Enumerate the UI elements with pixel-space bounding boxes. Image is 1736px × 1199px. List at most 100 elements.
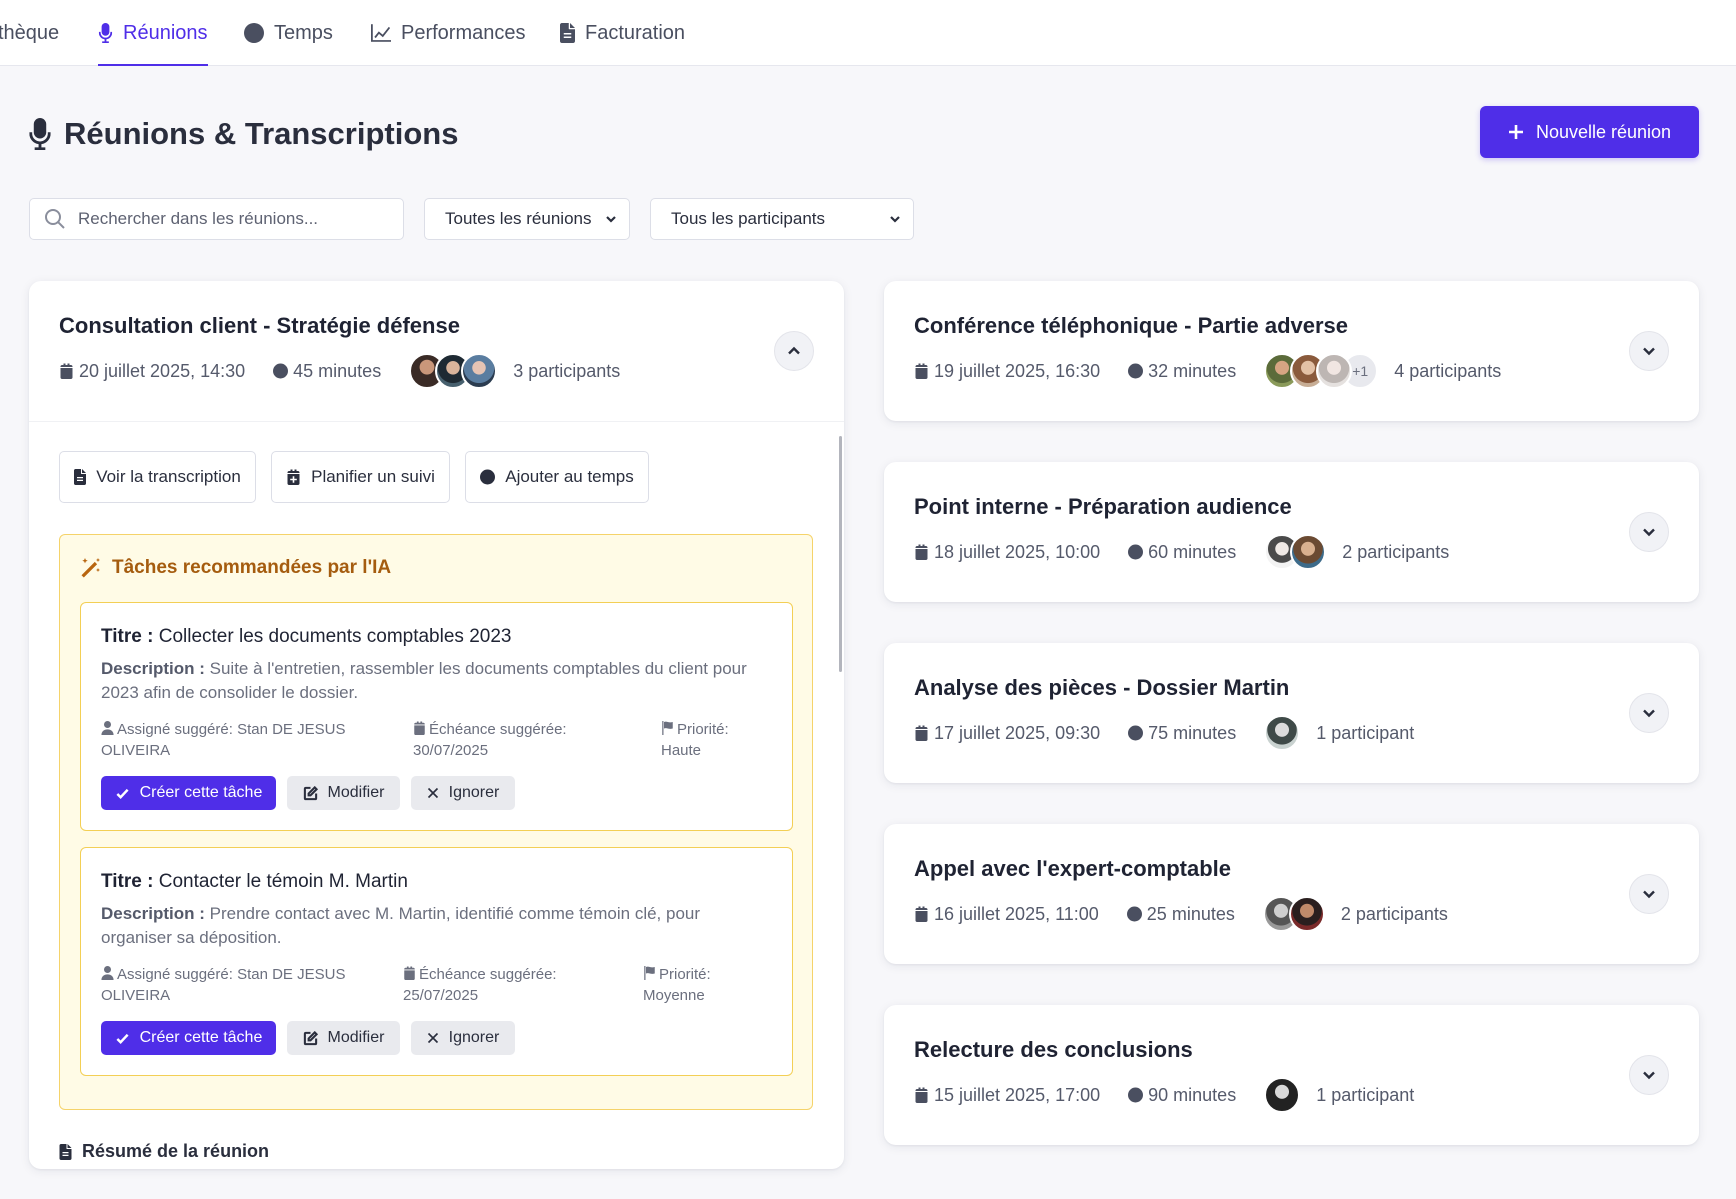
meeting-title: Point interne - Préparation audience [914,494,1292,519]
user-icon [101,966,114,980]
meeting-duration: 75 minutes [1128,723,1236,744]
search-box[interactable] [29,198,404,240]
avatar [1288,896,1325,932]
participant-avatars[interactable] [1262,896,1325,932]
calendar-icon [914,725,929,741]
ignore-task-button[interactable]: Ignorer [411,1021,515,1055]
view-transcript-button[interactable]: Voir la transcription [59,451,256,503]
participants-filter-select[interactable]: Tous les participants [650,198,914,240]
meeting-duration-text: 75 minutes [1148,722,1237,743]
tab-bibliotheque[interactable]: thèque [0,0,59,66]
create-task-button[interactable]: Créer cette tâche [101,1021,276,1055]
edit-icon [303,785,318,800]
ignore-task-label: Ignorer [448,1029,500,1046]
avatar [1264,1077,1301,1113]
magic-wand-icon [80,557,102,579]
meetings-filter-select[interactable]: Toutes les réunions [424,198,630,240]
search-input[interactable] [78,209,378,229]
priority-label: Priorité: [677,721,729,738]
expand-button[interactable] [1629,1055,1669,1095]
tab-reunions[interactable]: Réunions [98,0,208,66]
participants-count: 1 participant [1316,1084,1415,1105]
select-value: Tous les participants [671,209,826,228]
new-meeting-label: Nouvelle réunion [1535,121,1672,142]
meeting-card[interactable]: Conférence téléphonique - Partie adverse… [884,281,1699,421]
close-icon [427,1032,438,1044]
tab-performances[interactable]: Performances [371,0,526,66]
participant-avatars[interactable] [1264,534,1327,570]
tab-label: thèque [0,21,60,44]
create-task-button[interactable]: Créer cette tâche [101,776,276,810]
participant-avatars[interactable] [409,353,498,389]
expand-button[interactable] [1629,331,1669,371]
due-value: 25/07/2025 [403,987,479,1004]
meeting-card[interactable]: Relecture des conclusions 15 juillet 202… [884,1005,1699,1145]
edit-icon [303,1030,318,1045]
edit-task-label: Modifier [327,1029,385,1046]
page-title-text: Réunions & Transcriptions [64,116,459,151]
participants-count: 3 participants [513,360,621,381]
meeting-duration-text: 32 minutes [1148,360,1237,381]
meeting-duration-text: 45 minutes [293,360,382,381]
page-title: Réunions & Transcriptions [28,110,458,158]
clock-icon [244,23,264,43]
collapse-button[interactable] [774,331,814,371]
task-priority: Priorité: Moyenne [643,964,763,1006]
meeting-meta: 17 juillet 2025, 09:30 75 minutes 1 part… [914,713,1414,753]
ignore-task-button[interactable]: Ignorer [411,776,515,810]
meeting-date-text: 17 juillet 2025, 09:30 [934,722,1101,743]
chevron-down-icon [1643,528,1655,537]
meeting-summary-heading[interactable]: Résumé de la réunion [59,1141,269,1162]
meeting-meta: 20 juillet 2025, 14:30 45 minutes 3 part… [59,351,620,391]
task-description: Description : Suite à l'entretien, rasse… [101,657,771,705]
ignore-task-label: Ignorer [448,784,500,801]
calendar-icon [413,721,426,735]
tab-label: Facturation [585,21,686,44]
user-icon [101,721,114,735]
meeting-date: 18 juillet 2025, 10:00 [914,542,1100,563]
tab-facturation[interactable]: Facturation [560,0,685,66]
view-transcript-label: Voir la transcription [96,467,241,486]
check-icon [116,788,129,799]
task-title: Titre : Contacter le témoin M. Martin [101,871,408,893]
plus-icon [1508,125,1523,139]
microphone-icon [28,118,52,150]
meeting-card-expanded: Consultation client - Stratégie défense … [29,281,844,1169]
chevron-down-icon [890,216,900,223]
participants-count: 4 participants [1394,360,1502,381]
add-to-time-button[interactable]: Ajouter au temps [465,451,649,503]
assignee-label: Assigné suggéré: [117,721,233,738]
participant-avatars[interactable]: +1 [1264,353,1379,389]
chevron-down-icon [606,216,616,223]
tab-temps[interactable]: Temps [244,0,333,66]
meeting-card[interactable]: Point interne - Préparation audience 18 … [884,462,1699,602]
microphone-icon [98,23,113,43]
meeting-duration: 45 minutes [273,361,381,382]
check-icon [116,1033,129,1044]
participants-count: 1 participant [1316,722,1415,743]
participant-avatars[interactable] [1264,715,1301,751]
expand-button[interactable] [1629,512,1669,552]
meeting-date-text: 16 juillet 2025, 11:00 [934,903,1099,924]
meeting-card[interactable]: Analyse des pièces - Dossier Martin 17 j… [884,643,1699,783]
tab-label: Performances [401,21,526,44]
edit-task-button[interactable]: Modifier [287,776,400,810]
edit-task-button[interactable]: Modifier [287,1021,400,1055]
meeting-date: 20 juillet 2025, 14:30 [59,361,245,382]
participant-avatars[interactable] [1264,1077,1301,1113]
expand-button[interactable] [1629,693,1669,733]
task-description-label: Description : [101,904,205,923]
chevron-down-icon [1643,1071,1655,1080]
ai-task-card: Titre : Collecter les documents comptabl… [80,602,793,831]
schedule-followup-button[interactable]: Planifier un suivi [271,451,450,503]
chart-line-icon [371,23,391,43]
meeting-meta: 16 juillet 2025, 11:00 25 minutes 2 part… [914,894,1448,934]
meeting-card[interactable]: Appel avec l'expert-comptable 16 juillet… [884,824,1699,964]
meeting-date-text: 18 juillet 2025, 10:00 [934,541,1101,562]
expand-button[interactable] [1629,874,1669,914]
file-icon [59,1144,72,1160]
calendar-icon [403,966,416,980]
ai-task-card: Titre : Contacter le témoin M. Martin De… [80,847,793,1076]
scrollbar[interactable] [839,436,842,672]
new-meeting-button[interactable]: Nouvelle réunion [1480,106,1699,158]
